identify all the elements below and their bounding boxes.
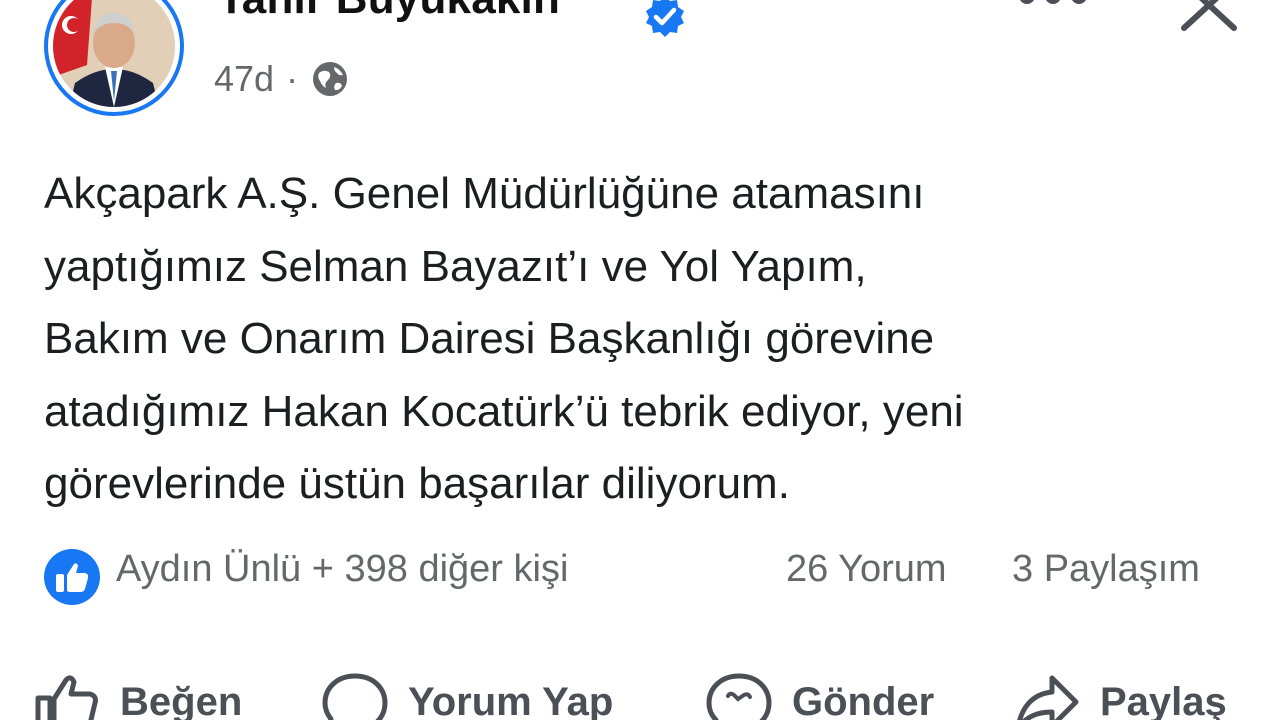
verified-badge-icon <box>646 0 684 37</box>
comment-button[interactable]: Yorum Yap <box>322 672 613 720</box>
post-text-line: Bakım ve Onarım Dairesi Başkanlığı görev… <box>44 314 935 363</box>
thumbs-up-outline-icon <box>35 675 98 720</box>
comments-count[interactable]: 26 Yorum <box>786 548 947 591</box>
share-arrow-icon <box>1017 675 1079 720</box>
close-icon[interactable] <box>1180 0 1238 32</box>
post-actions: Beğen Yorum Yap Gönder Paylaş <box>0 672 1280 720</box>
post-text-line: görevlerinde üstün başarılar diliyorum. <box>44 459 790 508</box>
reactors-text[interactable]: Aydın Ünlü + 398 diğer kişi <box>116 548 568 591</box>
post-text-line: atadığımız Hakan Kocatürk’ü tebrik ediyo… <box>44 386 964 436</box>
like-button[interactable]: Beğen <box>34 672 242 720</box>
speech-bubble-icon <box>322 673 388 720</box>
avatar-portrait-icon <box>53 0 175 107</box>
send-label: Gönder <box>792 679 935 720</box>
globe-icon <box>313 62 348 96</box>
thumbs-up-icon <box>56 563 89 592</box>
author-avatar[interactable] <box>44 0 184 116</box>
like-reaction-badge[interactable] <box>44 549 100 605</box>
share-label: Paylaş <box>1100 679 1227 720</box>
send-button[interactable]: Gönder <box>706 672 934 720</box>
like-label: Beğen <box>120 679 243 720</box>
messenger-icon <box>706 673 772 720</box>
post-meta: 47d · <box>214 58 350 100</box>
facebook-post: Tahir Büyükakın 47d · Akçapark A.Ş. Gene… <box>0 0 1280 720</box>
post-text: Akçapark A.Ş. Genel Müdürlüğüne atamasın… <box>44 158 1244 521</box>
share-button[interactable]: Paylaş <box>1014 672 1227 720</box>
author-name[interactable]: Tahir Büyükakın <box>218 0 560 24</box>
post-text-line: Akçapark A.Ş. Genel Müdürlüğüne atamasın… <box>44 169 925 218</box>
post-time[interactable]: 47d <box>214 58 274 100</box>
meta-separator: · <box>286 58 299 99</box>
more-options-icon[interactable] <box>1016 0 1090 12</box>
comment-label: Yorum Yap <box>408 679 614 720</box>
avatar-photo <box>53 0 175 107</box>
shares-count[interactable]: 3 Paylaşım <box>1012 548 1200 591</box>
reactions-summary: Aydın Ünlü + 398 diğer kişi 26 Yorum 3 P… <box>44 546 1244 605</box>
post-text-line: yaptığımız Selman Bayazıt’ı ve Yol Yapım… <box>44 241 867 291</box>
